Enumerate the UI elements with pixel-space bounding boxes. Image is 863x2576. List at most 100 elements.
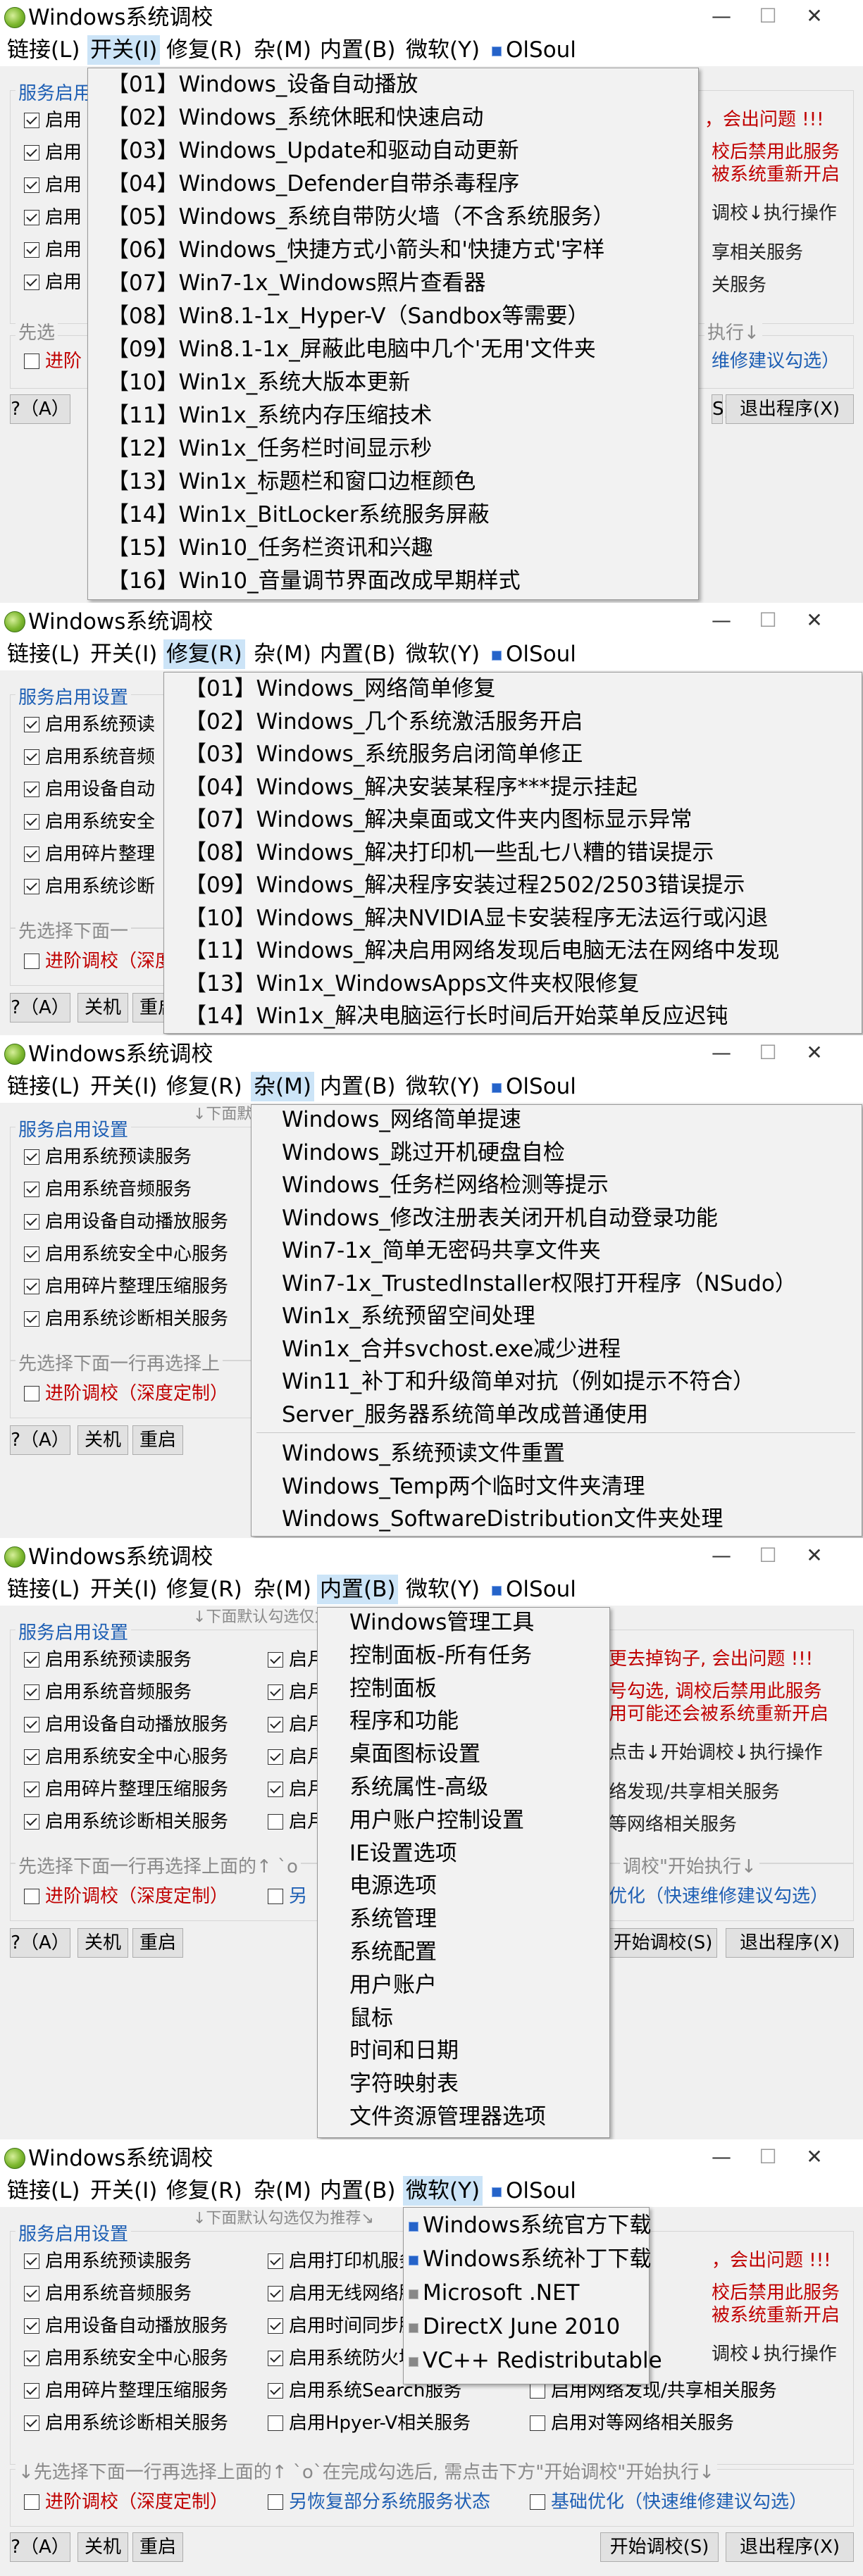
- menu-repair[interactable]: 修复(R): [163, 2176, 245, 2206]
- checkbox-icon[interactable]: [24, 1246, 39, 1262]
- toggle-menu-item-11[interactable]: 【11】Win1x_系统内存压缩技术: [107, 401, 432, 430]
- service-checkbox[interactable]: 启用碎片整理压缩服务: [24, 2379, 228, 2403]
- maximize-button[interactable]: ☐: [747, 1041, 789, 1066]
- menu-toggle[interactable]: 开关(I): [87, 1575, 160, 1604]
- checkbox-icon[interactable]: [24, 1684, 39, 1700]
- builtin-menu-item-7[interactable]: 用户账户控制设置: [349, 1806, 524, 1834]
- checkbox-icon[interactable]: [24, 1279, 39, 1294]
- builtin-menu-item-14[interactable]: 时间和日期: [349, 2037, 459, 2065]
- menu-builtin[interactable]: 内置(B): [317, 639, 398, 669]
- restart-button[interactable]: 重启: [132, 1425, 183, 1455]
- misc-menu-item-9[interactable]: Win11_补丁和升级简单对抗（例如提示不符合）: [282, 1368, 755, 1396]
- checkbox-icon[interactable]: [268, 1782, 283, 1797]
- misc-menu-item-10[interactable]: Server_服务器系统简单改成普通使用: [282, 1401, 648, 1429]
- builtin-menu-item-12[interactable]: 用户账户: [349, 1971, 437, 1999]
- basic-optimize-option[interactable]: 基础优化（快速维修建议勾选）: [530, 2490, 807, 2514]
- repair-menu-item-3[interactable]: 【03】Windows_系统服务启闭简单修正: [185, 740, 583, 768]
- toggle-menu-item-14[interactable]: 【14】Win1x_BitLocker系统服务屏蔽: [107, 501, 490, 529]
- checkbox-icon[interactable]: [24, 1182, 39, 1197]
- advanced-tuning-option[interactable]: 进阶调校（深度定制）: [24, 1884, 228, 1908]
- misc-menu-item-8[interactable]: Win1x_合并svchost.exe减少进程: [282, 1335, 621, 1363]
- checkbox-icon[interactable]: [24, 1889, 39, 1904]
- menu-author[interactable]: OlSoul: [489, 1575, 579, 1604]
- checkbox-icon[interactable]: [24, 2318, 39, 2334]
- menu-repair[interactable]: 修复(R): [163, 35, 245, 65]
- service-checkbox-3[interactable]: 启用: [24, 173, 82, 197]
- menu-microsoft[interactable]: 微软(Y): [403, 35, 483, 65]
- repair-menu-item-5[interactable]: 【07】Windows_解决桌面或文件夹内图标显示异常: [185, 806, 692, 834]
- restart-button[interactable]: 重启: [132, 2532, 183, 2562]
- repair-menu-item-2[interactable]: 【02】Windows_几个系统激活服务开启: [185, 708, 583, 736]
- service-checkbox-5[interactable]: 启用碎片整理: [24, 842, 155, 866]
- menu-misc[interactable]: 杂(M): [251, 639, 314, 669]
- basic-optimize-label[interactable]: 优化（快速维修建议勾选）: [609, 1884, 828, 1908]
- checkbox-icon[interactable]: [268, 2253, 283, 2269]
- repair-menu-item-9[interactable]: 【11】Windows_解决启用网络发现后电脑无法在网络中发现: [185, 937, 779, 965]
- checkbox-icon[interactable]: [268, 2494, 283, 2510]
- service-checkbox-3[interactable]: 启用设备自动: [24, 777, 155, 801]
- misc-menu-item-2[interactable]: Windows_跳过开机硬盘自检: [282, 1139, 565, 1167]
- checkbox-icon[interactable]: [24, 846, 39, 862]
- service-checkbox[interactable]: 启用系统预读服务: [24, 1145, 192, 1169]
- service-checkbox-2[interactable]: 启用系统音频: [24, 745, 155, 769]
- close-button[interactable]: ✕: [793, 2145, 836, 2170]
- menu-links[interactable]: 链接(L): [4, 2176, 82, 2206]
- minimize-button[interactable]: —: [700, 1544, 743, 1569]
- maximize-button[interactable]: ☐: [747, 2145, 789, 2170]
- service-checkbox[interactable]: 启用Hpyer-V相关服务: [268, 2411, 471, 2435]
- checkbox-icon[interactable]: [530, 2494, 545, 2510]
- help-button[interactable]: ?（A）: [10, 993, 70, 1023]
- builtin-menu-item-1[interactable]: Windows管理工具: [349, 1608, 534, 1637]
- repair-menu-item-6[interactable]: 【08】Windows_解决打印机一些乱七八糟的错误提示: [185, 839, 714, 867]
- menu-author[interactable]: OlSoul: [489, 35, 579, 65]
- service-checkbox[interactable]: 启用设备自动播放服务: [24, 2314, 228, 2338]
- service-checkbox-4[interactable]: 启用系统安全: [24, 810, 155, 834]
- minimize-button[interactable]: —: [700, 2145, 743, 2170]
- checkbox-icon[interactable]: [24, 1311, 39, 1327]
- toggle-menu-item-8[interactable]: 【08】Win8.1-1x_Hyper-V（Sandbox等需要）: [107, 302, 590, 330]
- help-button[interactable]: ?（A）: [10, 1425, 70, 1455]
- shutdown-button[interactable]: 关机: [77, 993, 128, 1023]
- toggle-menu-item-1[interactable]: 【01】Windows_设备自动播放: [107, 70, 418, 99]
- toggle-menu-item-6[interactable]: 【06】Windows_快捷方式小箭头和'快捷方式'字样: [107, 236, 604, 264]
- misc-menu-item-1[interactable]: Windows_网络简单提速: [282, 1106, 521, 1134]
- minimize-button[interactable]: —: [700, 4, 743, 30]
- checkbox-icon[interactable]: [24, 1386, 39, 1401]
- minimize-button[interactable]: —: [700, 608, 743, 634]
- builtin-menu-item-11[interactable]: 系统配置: [349, 1938, 437, 1966]
- toggle-menu-item-2[interactable]: 【02】Windows_系统休眠和快速启动: [107, 104, 483, 132]
- menu-misc[interactable]: 杂(M): [251, 1072, 314, 1101]
- toggle-menu-item-10[interactable]: 【10】Win1x_系统大版本更新: [107, 368, 410, 396]
- checkbox-icon[interactable]: [24, 1749, 39, 1765]
- checkbox-icon[interactable]: [268, 2415, 283, 2431]
- menu-toggle[interactable]: 开关(I): [87, 35, 161, 65]
- menu-builtin[interactable]: 内置(B): [317, 35, 398, 65]
- checkbox-icon[interactable]: [24, 354, 39, 369]
- microsoft-menu-item-4[interactable]: DirectX June 2010: [409, 2313, 620, 2341]
- menu-microsoft[interactable]: 微软(Y): [403, 639, 483, 669]
- toggle-menu-item-12[interactable]: 【12】Win1x_任务栏时间显示秒: [107, 434, 432, 463]
- service-checkbox-6[interactable]: 启用: [24, 270, 82, 294]
- menu-toggle[interactable]: 开关(I): [87, 1072, 160, 1101]
- menu-builtin[interactable]: 内置(B): [317, 1072, 398, 1101]
- service-checkbox[interactable]: 启用系统安全中心服务: [24, 1745, 228, 1769]
- menu-repair[interactable]: 修复(R): [163, 1575, 245, 1604]
- checkbox-icon[interactable]: [24, 717, 39, 732]
- service-checkbox[interactable]: 启用对等网络相关服务: [530, 2411, 734, 2435]
- menu-repair[interactable]: 修复(R): [163, 1072, 245, 1101]
- builtin-menu-item-8[interactable]: IE设置选项: [349, 1839, 457, 1868]
- checkbox-icon[interactable]: [24, 1814, 39, 1830]
- toggle-menu-item-13[interactable]: 【13】Win1x_标题栏和窗口边框颜色: [107, 468, 476, 496]
- menu-toggle[interactable]: 开关(I): [87, 639, 160, 669]
- checkbox-icon[interactable]: [24, 2286, 39, 2301]
- exit-button[interactable]: 退出程序(X): [726, 394, 854, 424]
- service-checkbox[interactable]: 启用碎片整理压缩服务: [24, 1275, 228, 1299]
- advanced-tuning-option[interactable]: 进阶调校（深度定制）: [24, 1382, 228, 1406]
- checkbox-icon[interactable]: [530, 2415, 545, 2431]
- menu-author[interactable]: OlSoul: [489, 1072, 579, 1101]
- service-checkbox[interactable]: 启用设备自动播放服务: [24, 1713, 228, 1737]
- maximize-button[interactable]: ☐: [747, 608, 789, 634]
- advanced-tuning-option[interactable]: 进阶调校（深度: [24, 949, 173, 973]
- checkbox-icon[interactable]: [24, 954, 39, 969]
- menu-author[interactable]: OlSoul: [489, 2176, 579, 2206]
